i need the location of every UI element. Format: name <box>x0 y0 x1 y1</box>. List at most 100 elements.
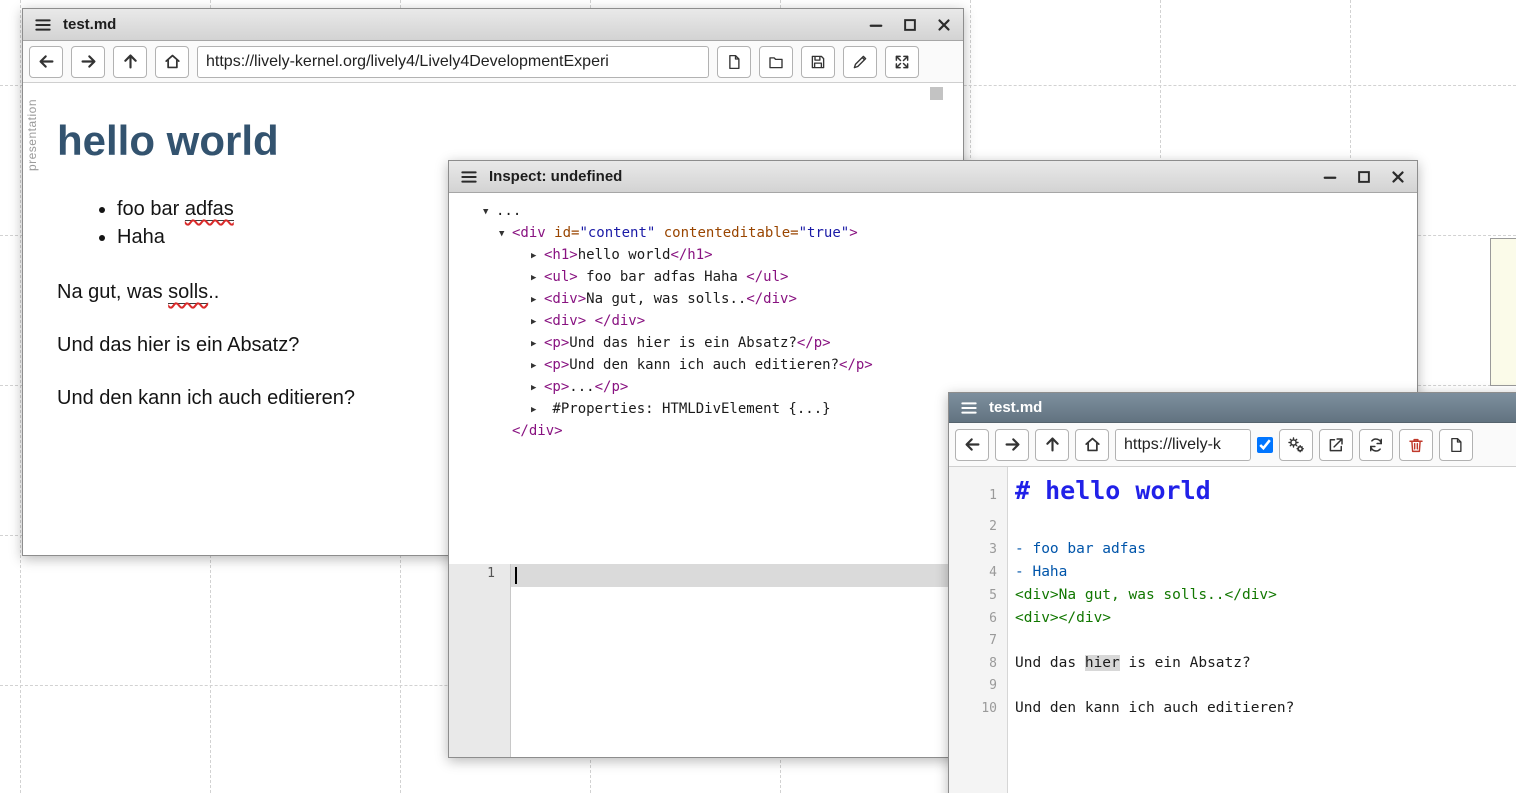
line-number: 6 <box>949 608 1007 630</box>
window-title: Inspect: undefined <box>489 168 622 185</box>
auto-update-checkbox[interactable] <box>1257 437 1273 453</box>
tree-token: </h1> <box>670 247 712 263</box>
collapsed-triangle-icon[interactable]: ▶ <box>531 377 544 399</box>
open-external-icon[interactable] <box>1319 429 1353 461</box>
line-code: # hello world <box>1007 471 1211 515</box>
code-token: Und das <box>1015 655 1085 671</box>
new-file-icon[interactable] <box>1439 429 1473 461</box>
tree-token: Und das hier is ein Absatz? <box>569 335 797 351</box>
forward-icon[interactable] <box>995 429 1029 461</box>
collapsed-triangle-icon[interactable]: ▶ <box>531 399 544 421</box>
code-token: - Haha <box>1015 564 1067 580</box>
inspector-tree-node[interactable]: ▶<div> </div> <box>449 310 1417 332</box>
editor-line[interactable]: 8Und das hier is ein Absatz? <box>949 652 1516 675</box>
editor-line[interactable]: 4 - Haha <box>949 561 1516 584</box>
source-editor[interactable]: 1# hello world23- foo bar adfas4 - Haha 5<… <box>949 467 1516 793</box>
inspector-tree-node[interactable]: ▼<div id="content" contenteditable="true… <box>449 222 1417 244</box>
inspector-tree-node[interactable]: ▶<p>Und das hier is ein Absatz?</p> <box>449 332 1417 354</box>
titlebar[interactable]: test.md <box>23 9 963 41</box>
collapsed-triangle-icon[interactable]: ▶ <box>531 245 544 267</box>
menu-icon[interactable] <box>459 167 479 187</box>
code-token: <div>Na gut, was solls..</div> <box>1015 587 1277 603</box>
refresh-icon[interactable] <box>1359 429 1393 461</box>
settings-gears-icon[interactable] <box>1279 429 1313 461</box>
code-token: # hello world <box>1015 476 1211 505</box>
folder-icon[interactable] <box>759 46 793 78</box>
tree-token: contenteditable= <box>664 225 799 241</box>
tree-token: </div> <box>746 291 797 307</box>
maximize-icon[interactable] <box>901 16 919 34</box>
inspector-tree-node[interactable]: ▶<ul> foo bar adfas Haha </ul> <box>449 266 1417 288</box>
menu-icon[interactable] <box>33 15 53 35</box>
home-icon[interactable] <box>155 46 189 78</box>
editor-line[interactable]: 1# hello world <box>949 471 1516 516</box>
close-icon[interactable] <box>935 16 953 34</box>
tree-token: </div> <box>595 313 646 329</box>
collapsed-triangle-icon[interactable]: ▶ <box>531 355 544 377</box>
edit-icon[interactable] <box>843 46 877 78</box>
line-number: 2 <box>949 516 1007 538</box>
editor-line[interactable]: 5<div>Na gut, was solls..</div> <box>949 584 1516 607</box>
up-icon[interactable] <box>1035 429 1069 461</box>
close-icon[interactable] <box>1389 168 1407 186</box>
trash-icon[interactable] <box>1399 429 1433 461</box>
editor-line[interactable]: 6<div></div> <box>949 607 1516 630</box>
expanded-triangle-icon[interactable]: ▼ <box>483 201 496 223</box>
line-number: 9 <box>949 675 1007 697</box>
window-controls <box>867 16 953 34</box>
window-markdown-editor: test.md <box>948 392 1516 793</box>
collapsed-triangle-icon[interactable]: ▶ <box>531 267 544 289</box>
url-input[interactable] <box>1115 429 1251 461</box>
titlebar[interactable]: Inspect: undefined <box>449 161 1417 193</box>
line-number: 8 <box>949 653 1007 675</box>
tree-token: "true" <box>799 225 850 241</box>
line-code: <div></div> <box>1007 607 1111 629</box>
inspector-tree-node[interactable]: ▼... <box>449 200 1417 222</box>
tree-token: Und den kann ich auch editieren? <box>569 357 839 373</box>
titlebar[interactable]: test.md <box>949 393 1516 423</box>
collapsed-triangle-icon[interactable]: ▶ <box>531 333 544 355</box>
tree-token <box>655 225 663 241</box>
inspector-tree-node[interactable]: ▶<div>Na gut, was solls..</div> <box>449 288 1417 310</box>
editor-rows: 1# hello world23- foo bar adfas4 - Haha 5<… <box>949 471 1516 720</box>
scrollbar-handle[interactable] <box>930 87 943 100</box>
expand-icon[interactable] <box>885 46 919 78</box>
back-icon[interactable] <box>29 46 63 78</box>
inspector-tree-node[interactable]: ▶<p>Und den kann ich auch editieren?</p> <box>449 354 1417 376</box>
collapsed-triangle-icon[interactable]: ▶ <box>531 311 544 333</box>
window-controls <box>1321 168 1407 186</box>
back-icon[interactable] <box>955 429 989 461</box>
editor-line[interactable]: 10Und den kann ich auch editieren? <box>949 697 1516 720</box>
tree-token: <div <box>512 225 554 241</box>
tree-token: id= <box>554 225 579 241</box>
maximize-icon[interactable] <box>1355 168 1373 186</box>
misspelled-word: solls <box>168 281 208 304</box>
forward-icon[interactable] <box>71 46 105 78</box>
line-number: 3 <box>949 539 1007 561</box>
collapsed-triangle-icon[interactable]: ▶ <box>531 289 544 311</box>
minimize-icon[interactable] <box>1321 168 1339 186</box>
line-number: 1 <box>449 566 511 581</box>
tree-token: </p> <box>839 357 873 373</box>
inspector-tree-node[interactable]: ▶<h1>hello world</h1> <box>449 244 1417 266</box>
tree-token: > <box>849 225 857 241</box>
editor-line[interactable]: 2 <box>949 516 1516 538</box>
editor-line[interactable]: 3- foo bar adfas <box>949 538 1516 561</box>
save-icon[interactable] <box>801 46 835 78</box>
url-input[interactable] <box>197 46 709 78</box>
minimize-icon[interactable] <box>867 16 885 34</box>
up-icon[interactable] <box>113 46 147 78</box>
editor-line[interactable]: 9 <box>949 675 1516 697</box>
expanded-triangle-icon[interactable]: ▼ <box>499 223 512 245</box>
tree-token: hello world <box>578 247 671 263</box>
line-number: 4 <box>949 562 1007 584</box>
tree-token: "content" <box>579 225 655 241</box>
menu-icon[interactable] <box>959 398 979 418</box>
tree-token: <p> <box>544 379 569 395</box>
new-file-icon[interactable] <box>717 46 751 78</box>
editor-line[interactable]: 7 <box>949 630 1516 652</box>
home-icon[interactable] <box>1075 429 1109 461</box>
tree-token: <p> <box>544 335 569 351</box>
grid-line <box>20 0 21 793</box>
partial-window[interactable] <box>1490 238 1516 386</box>
